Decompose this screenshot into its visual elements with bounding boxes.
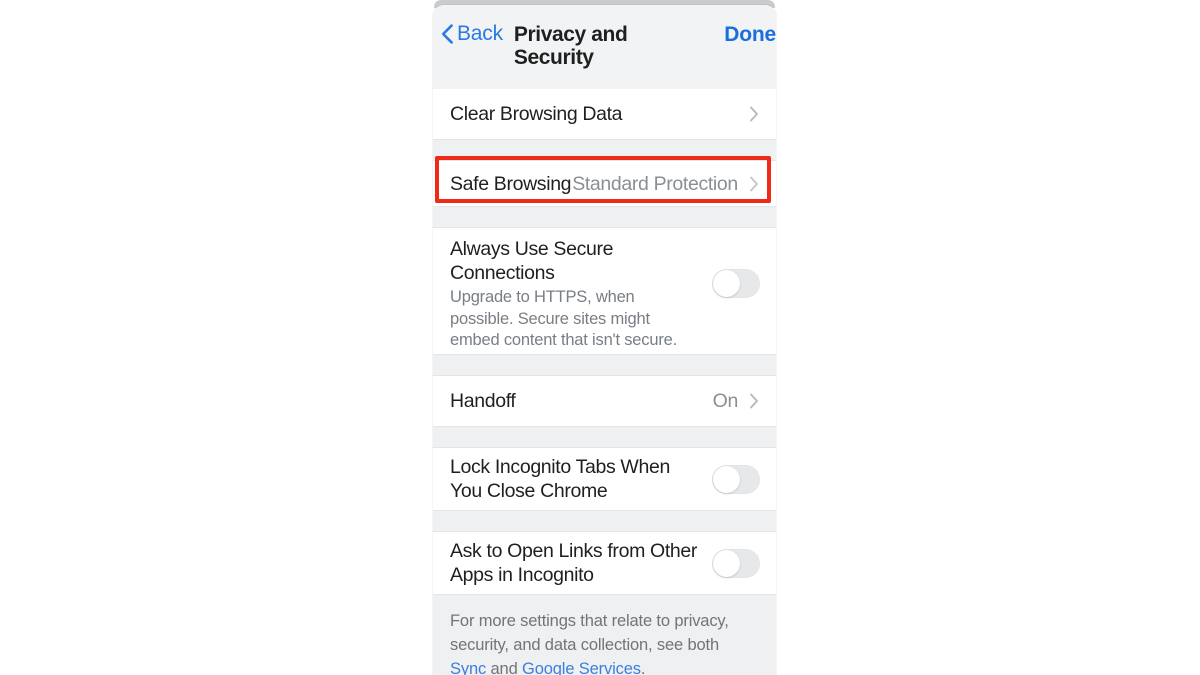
row-handoff-label: Handoff: [450, 390, 516, 412]
back-button-label: Back: [457, 22, 503, 45]
toggle-wrap: [712, 548, 760, 578]
modal-sheet-stack: Back Privacy and Security Done Clear Bro…: [433, 0, 776, 675]
section-separator: [433, 139, 776, 161]
row-ask-to-open-links-label: Ask to Open Links from Other Apps in Inc…: [450, 540, 698, 586]
row-text-column: Ask to Open Links from Other Apps in Inc…: [450, 539, 702, 587]
section-separator: [433, 206, 776, 228]
row-always-use-secure-connections-label: Always Use Secure Connections: [450, 238, 614, 284]
row-clear-browsing-data[interactable]: Clear Browsing Data: [433, 89, 776, 139]
navigation-bar: Back Privacy and Security Done: [433, 5, 776, 89]
row-always-use-secure-connections[interactable]: Always Use Secure Connections Upgrade to…: [433, 228, 776, 354]
sync-link[interactable]: Sync: [450, 660, 486, 675]
section-separator: [433, 426, 776, 448]
toggle-always-use-secure-connections[interactable]: [712, 268, 760, 298]
settings-sheet: Back Privacy and Security Done Clear Bro…: [433, 5, 776, 675]
section-separator: [433, 510, 776, 532]
toggle-knob: [713, 269, 740, 297]
chevron-right-icon: [748, 104, 760, 124]
chevron-right-icon: [748, 174, 760, 194]
row-clear-browsing-data-label: Clear Browsing Data: [450, 103, 623, 125]
row-safe-browsing-value: Standard Protection: [572, 172, 738, 195]
back-button[interactable]: Back: [439, 23, 503, 45]
toggle-wrap: [712, 268, 760, 298]
section-separator: [433, 354, 776, 376]
toggle-knob: [713, 549, 740, 577]
row-ask-to-open-links[interactable]: Ask to Open Links from Other Apps in Inc…: [433, 532, 776, 594]
row-text-column: Always Use Secure Connections Upgrade to…: [450, 237, 702, 352]
google-services-link[interactable]: Google Services: [522, 660, 641, 675]
footer-text-part-3: .: [640, 660, 646, 675]
footer-note-text: For more settings that relate to privacy…: [450, 609, 759, 675]
row-handoff[interactable]: Handoff On: [433, 376, 776, 426]
footer-text-part-1: For more settings that relate to privacy…: [450, 612, 729, 654]
row-safe-browsing-label: Safe Browsing: [450, 172, 572, 195]
chevron-left-icon: [439, 23, 455, 45]
toggle-knob: [713, 465, 740, 493]
row-lock-incognito-tabs-label: Lock Incognito Tabs When You Close Chrom…: [450, 456, 670, 502]
row-handoff-value: On: [712, 390, 739, 412]
row-lock-incognito-tabs[interactable]: Lock Incognito Tabs When You Close Chrom…: [433, 448, 776, 510]
done-button[interactable]: Done: [724, 23, 776, 46]
screenshot-root: Back Privacy and Security Done Clear Bro…: [0, 0, 1200, 675]
row-always-use-secure-connections-description: Upgrade to HTTPS, when possible. Secure …: [450, 288, 677, 349]
footer-text-part-2: and: [486, 660, 523, 675]
chevron-right-icon: [748, 391, 760, 411]
footer-note: For more settings that relate to privacy…: [433, 594, 776, 675]
row-safe-browsing[interactable]: Safe Browsing Standard Protection: [433, 161, 776, 206]
toggle-ask-to-open-links[interactable]: [712, 548, 760, 578]
toggle-wrap: [712, 464, 760, 494]
row-text-column: Lock Incognito Tabs When You Close Chrom…: [450, 455, 702, 503]
page-title: Privacy and Security: [513, 23, 628, 69]
toggle-lock-incognito-tabs[interactable]: [712, 464, 760, 494]
